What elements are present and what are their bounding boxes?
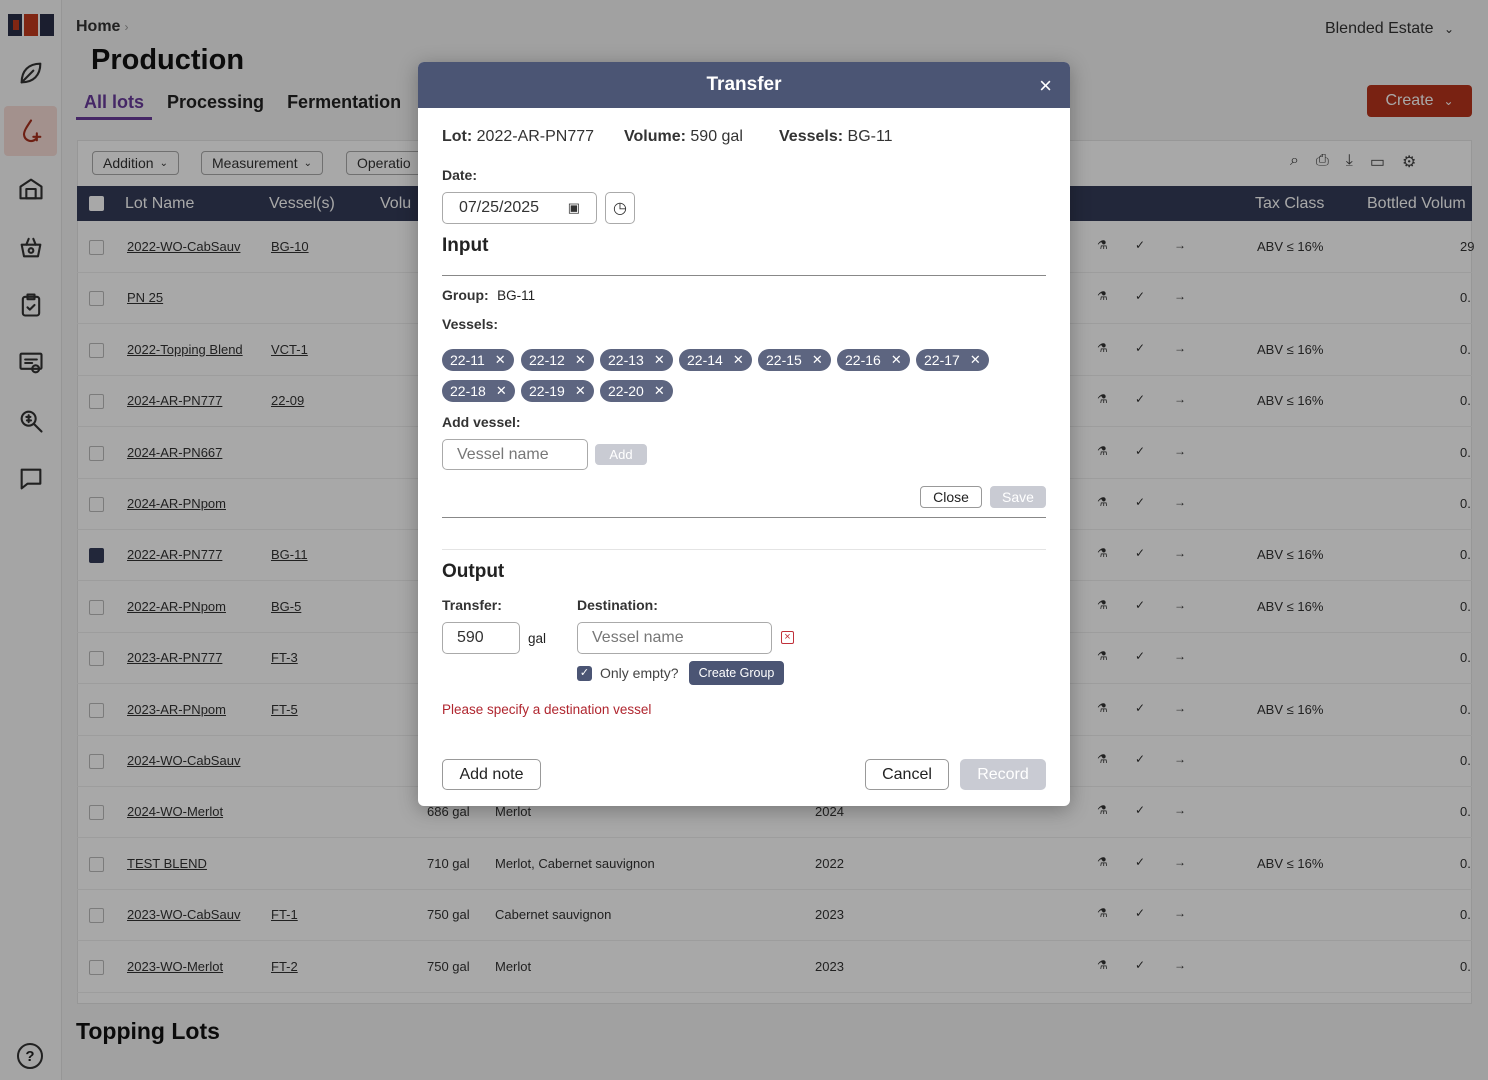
remove-chip-icon[interactable]: ✕: [733, 352, 744, 368]
vessel-chip: 22-12 ✕: [521, 349, 594, 371]
remove-chip-icon[interactable]: ✕: [495, 352, 506, 368]
time-button[interactable]: ◷: [605, 192, 635, 224]
lot-label: Lot:: [442, 128, 473, 145]
vessel-chip-label: 22-18: [450, 383, 486, 399]
vessel-chip: 22-15 ✕: [758, 349, 831, 371]
calendar-icon[interactable]: ▣: [568, 200, 580, 216]
remove-chip-icon[interactable]: ✕: [654, 383, 665, 399]
vessel-chip-label: 22-13: [608, 352, 644, 368]
lot-value: 2022-AR-PN777: [476, 128, 595, 145]
destination-input[interactable]: Vessel name: [577, 622, 772, 654]
modal-title: Transfer: [706, 74, 782, 95]
add-vessel-input[interactable]: Vessel name: [442, 439, 588, 470]
close-input-button[interactable]: Close: [920, 486, 982, 508]
destination-error: Please specify a destination vessel: [442, 702, 652, 717]
vessel-chip: 22-11 ✕: [442, 349, 514, 371]
vessel-chip-label: 22-12: [529, 352, 565, 368]
output-section-title: Output: [442, 561, 505, 582]
vessels-summary: Vessels: BG-11: [779, 128, 893, 146]
only-empty-checkbox[interactable]: ✓: [577, 666, 592, 681]
vessel-chip-label: 22-16: [845, 352, 881, 368]
vessel-chip: 22-13 ✕: [600, 349, 673, 371]
close-icon[interactable]: ×: [1039, 73, 1052, 99]
output-divider: [442, 549, 1046, 550]
vessel-chip-label: 22-15: [766, 352, 802, 368]
vessel-chip-label: 22-20: [608, 383, 644, 399]
group-value: BG-11: [497, 288, 536, 303]
create-group-button[interactable]: Create Group: [689, 661, 784, 685]
vessels-list-label: Vessels:: [442, 316, 499, 332]
remove-chip-icon[interactable]: ✕: [496, 383, 507, 399]
vessel-chip-label: 22-19: [529, 383, 565, 399]
clear-destination-icon[interactable]: ×: [781, 631, 794, 644]
remove-chip-icon[interactable]: ✕: [812, 352, 823, 368]
transfer-label: Transfer:: [442, 597, 502, 613]
input-section-title: Input: [442, 235, 489, 256]
group-row: Group: BG-11: [442, 287, 535, 305]
remove-chip-icon[interactable]: ✕: [575, 352, 586, 368]
remove-chip-icon[interactable]: ✕: [970, 352, 981, 368]
vessel-chip: 22-16 ✕: [837, 349, 910, 371]
clock-icon: ◷: [613, 200, 627, 217]
vessels-label: Vessels:: [779, 128, 844, 145]
vessel-chip: 22-18 ✕: [442, 380, 515, 402]
vessel-chip: 22-17 ✕: [916, 349, 989, 371]
date-value: 07/25/2025: [459, 199, 540, 216]
remove-chip-icon[interactable]: ✕: [654, 352, 665, 368]
save-input-button[interactable]: Save: [990, 486, 1046, 508]
only-empty-label: Only empty?: [600, 665, 679, 681]
input-bottom-divider: [442, 517, 1046, 518]
transfer-modal: Transfer × Lot: 2022-AR-PN777 Volume: 59…: [418, 62, 1070, 806]
volume-value: 590 gal: [690, 128, 743, 145]
date-input[interactable]: 07/25/2025 ▣: [442, 192, 597, 224]
vessels-value: BG-11: [847, 128, 893, 145]
transfer-unit: gal: [528, 631, 547, 646]
vessel-chip-label: 22-17: [924, 352, 960, 368]
group-label: Group:: [442, 287, 489, 303]
volume-label: Volume:: [624, 128, 686, 145]
destination-label: Destination:: [577, 597, 658, 613]
input-divider: [442, 275, 1046, 276]
vessel-chip: 22-20 ✕: [600, 380, 673, 402]
remove-chip-icon[interactable]: ✕: [891, 352, 902, 368]
transfer-amount-input[interactable]: 590: [442, 622, 520, 654]
volume-summary: Volume: 590 gal: [624, 128, 743, 146]
vessel-chip-label: 22-14: [687, 352, 723, 368]
modal-header: Transfer ×: [418, 62, 1070, 108]
cancel-button[interactable]: Cancel: [865, 759, 949, 790]
vessel-chip: 22-19 ✕: [521, 380, 594, 402]
add-vessel-button[interactable]: Add: [595, 444, 647, 465]
date-label: Date:: [442, 167, 478, 183]
remove-chip-icon[interactable]: ✕: [575, 383, 586, 399]
add-note-button[interactable]: Add note: [442, 759, 541, 790]
add-vessel-label: Add vessel:: [442, 414, 521, 430]
record-button[interactable]: Record: [960, 759, 1046, 790]
vessel-chip-label: 22-11: [450, 352, 485, 368]
vessel-chip: 22-14 ✕: [679, 349, 752, 371]
lot-summary: Lot: 2022-AR-PN777: [442, 128, 594, 146]
